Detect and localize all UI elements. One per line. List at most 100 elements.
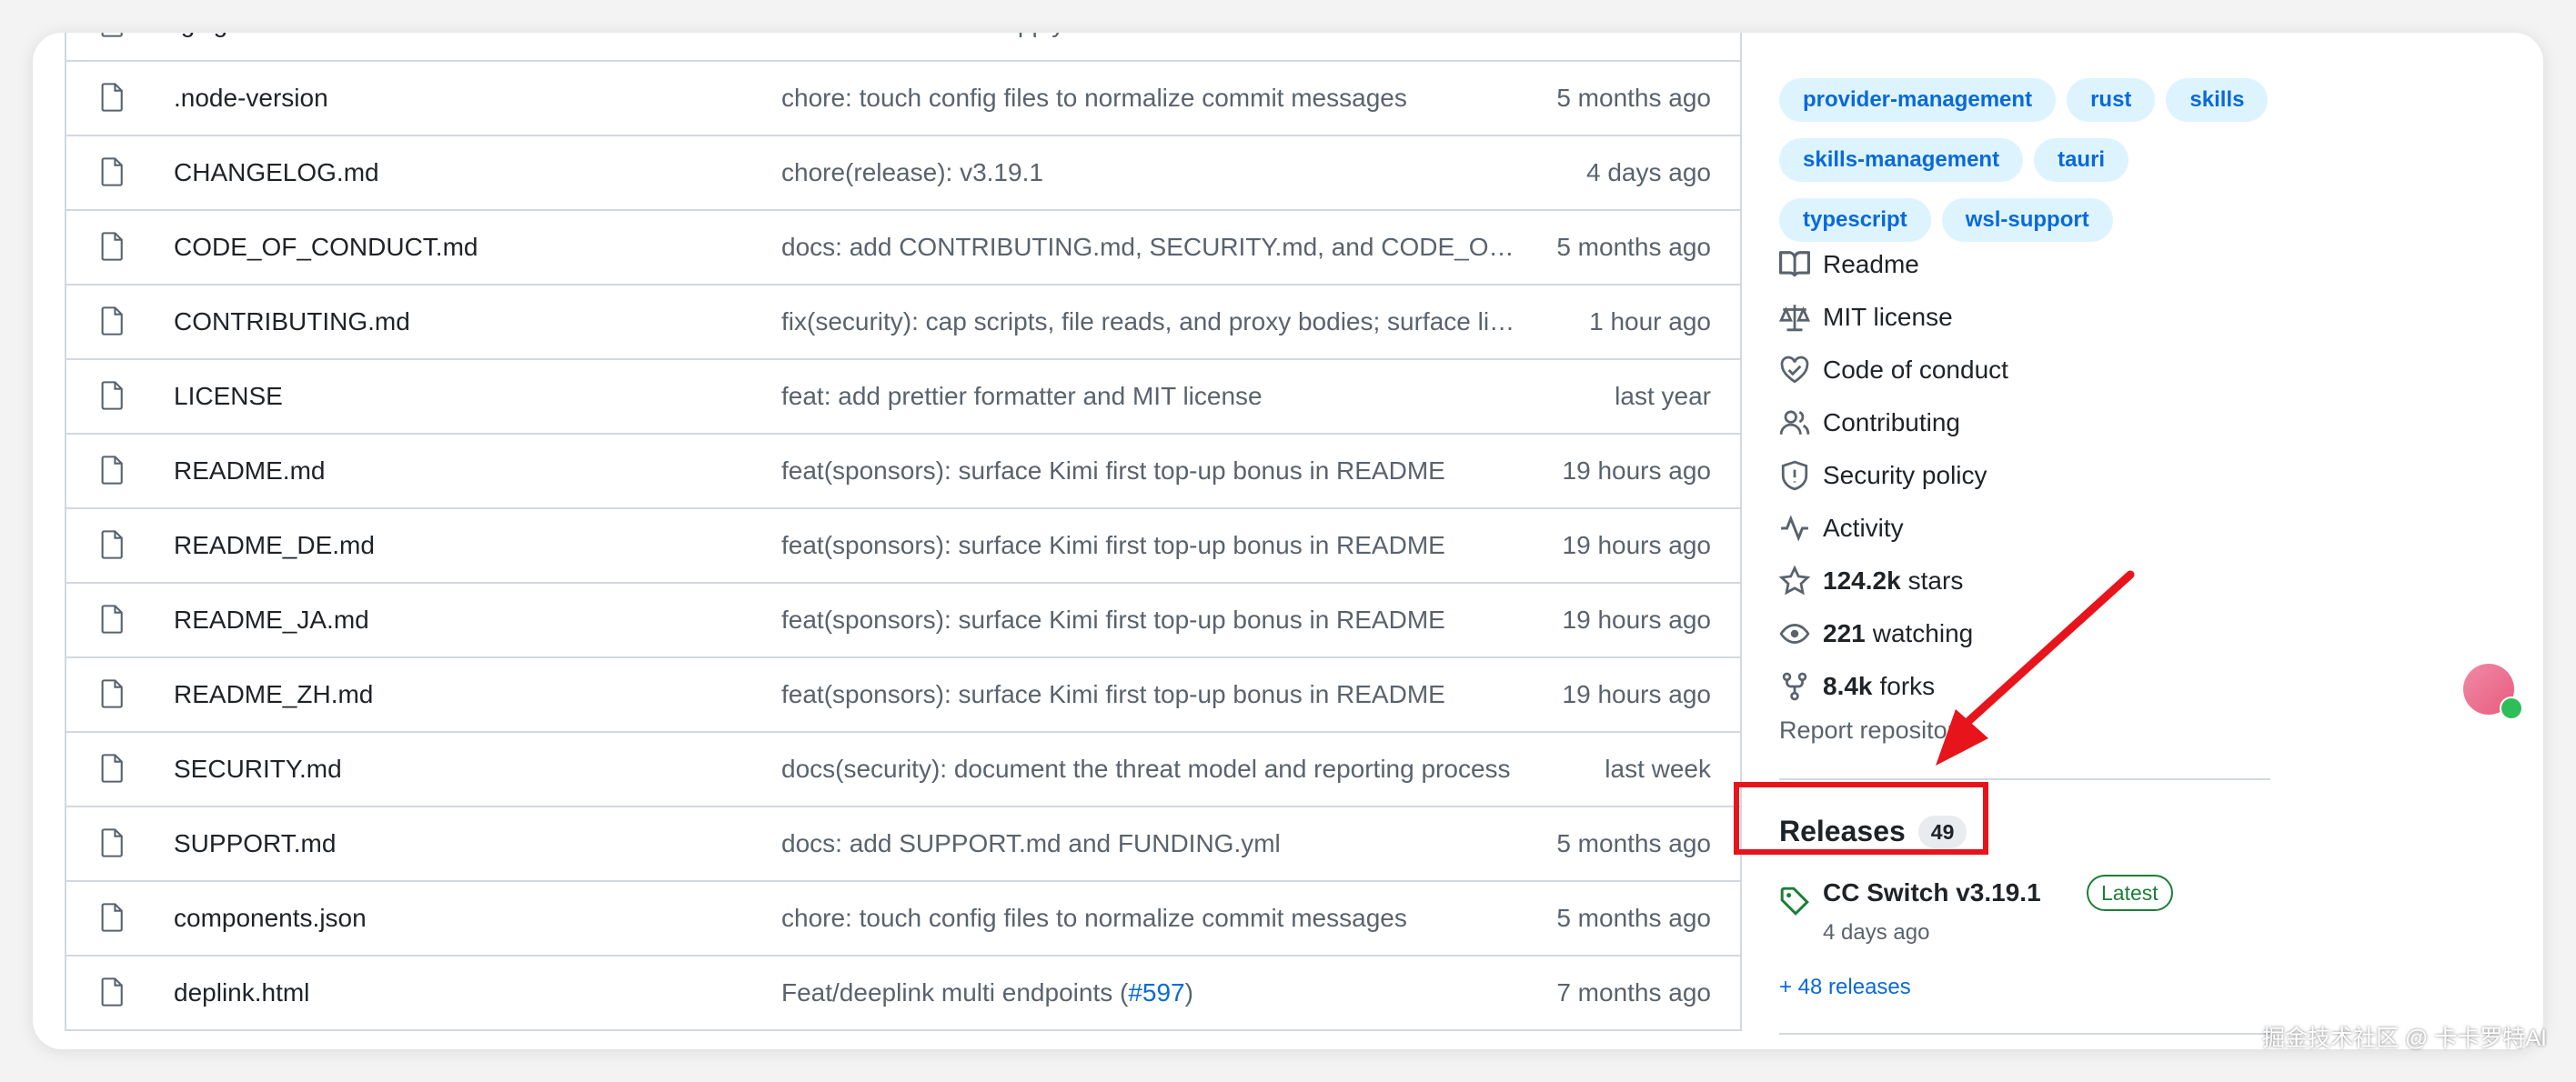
activity-link[interactable]: Activity [1779, 502, 2325, 555]
code-of-conduct-link[interactable]: Code of conduct [1779, 344, 2325, 396]
commit-message[interactable]: docs(security): document the threat mode… [781, 755, 1518, 784]
file-row[interactable]: LICENSE feat: add prettier formatter and … [66, 360, 1740, 435]
commit-message-text[interactable]: chore: touch config files to normalize c… [781, 904, 1407, 932]
people-icon [1779, 410, 1810, 435]
license-label: MIT license [1823, 303, 1953, 331]
commit-pr-link[interactable]: #597 [1128, 978, 1184, 1007]
fork-icon [1782, 672, 1807, 701]
commit-message-text[interactable]: feat(sponsors): surface Kimi first top-u… [781, 680, 1445, 708]
commit-message[interactable]: docs: add SUPPORT.md and FUNDING.yml [781, 829, 1518, 858]
file-row[interactable]: deplink.html Feat/deeplink multi endpoint… [66, 957, 1740, 1031]
commit-message[interactable]: Feat/deeplink multi endpoints (#597) [781, 978, 1518, 1007]
stars-link[interactable]: 124.2k stars [1779, 555, 2325, 607]
file-name-link[interactable]: README_JA.md [174, 606, 369, 635]
commit-message[interactable]: ci: harden release supply chain [781, 33, 1518, 38]
commit-message-text[interactable]: fix(security): cap scripts, file reads, … [781, 307, 1518, 336]
commit-message[interactable]: chore: touch config files to normalize c… [781, 84, 1518, 113]
file-name-link[interactable]: SUPPORT.md [174, 829, 336, 858]
file-name-link[interactable]: CHANGELOG.md [174, 158, 379, 187]
watching-label: watching [1872, 619, 1974, 647]
file-name-link[interactable]: deplink.html [174, 978, 309, 1007]
file-row[interactable]: .gitignore ci: harden release supply chai… [66, 33, 1740, 62]
browser-window: .gitignore ci: harden release supply chai… [33, 33, 2543, 1049]
file-icon [101, 753, 125, 784]
commit-message[interactable]: feat(sponsors): surface Kimi first top-u… [781, 606, 1518, 635]
contributing-link[interactable]: Contributing [1779, 396, 2325, 449]
commit-message[interactable]: feat(sponsors): surface Kimi first top-u… [781, 531, 1518, 560]
file-row[interactable]: README.md feat(sponsors): surface Kimi fi… [66, 435, 1740, 509]
forks-link[interactable]: 8.4k forks [1779, 660, 2325, 713]
commit-message-text[interactable]: docs: add CONTRIBUTING.md, SECURITY.md, … [781, 233, 1518, 261]
file-row[interactable]: SECURITY.md docs(security): document the … [66, 733, 1740, 807]
commit-message[interactable]: docs: add CONTRIBUTING.md, SECURITY.md, … [781, 233, 1518, 262]
file-name-link[interactable]: .node-version [174, 84, 328, 113]
file-name-link[interactable]: README.md [174, 456, 325, 486]
commit-message[interactable]: fix(security): cap scripts, file reads, … [781, 307, 1518, 336]
file-name-link[interactable]: .gitignore [174, 33, 278, 38]
watchers-link[interactable]: 221 watching [1779, 607, 2325, 660]
report-repository-link[interactable]: Report repository [1779, 716, 1967, 745]
commit-message-text[interactable]: ci: harden release supply chain [781, 33, 1132, 37]
topic-skills-management[interactable]: skills-management [1779, 138, 2024, 182]
commit-message-text[interactable]: docs: add SUPPORT.md and FUNDING.yml [781, 829, 1281, 857]
commit-age: 4 days ago [1586, 158, 1711, 186]
file-row[interactable]: CODE_OF_CONDUCT.md docs: add CONTRIBUTING… [66, 211, 1740, 286]
topic-wsl-support[interactable]: wsl-support [1941, 198, 2113, 242]
commit-message[interactable]: feat: add prettier formatter and MIT lic… [781, 382, 1518, 411]
commit-message-text[interactable]: chore: touch config files to normalize c… [781, 84, 1407, 112]
topic-provider-management[interactable]: provider-management [1779, 78, 2057, 122]
file-row[interactable]: README_ZH.md feat(sponsors): surface Kimi… [66, 658, 1740, 733]
file-name-link[interactable]: SECURITY.md [174, 755, 342, 784]
more-releases-link[interactable]: + 48 releases [1779, 975, 1911, 1000]
file-row[interactable]: .node-version chore: touch config files t… [66, 62, 1740, 136]
commit-message-text[interactable]: feat(sponsors): surface Kimi first top-u… [781, 606, 1445, 634]
file-icon [101, 33, 125, 38]
commit-message-text[interactable]: chore(release): v3.19.1 [781, 158, 1043, 186]
file-row[interactable]: README_JA.md feat(sponsors): surface Kimi… [66, 584, 1740, 658]
commit-message-text[interactable]: feat(sponsors): surface Kimi first top-u… [781, 531, 1445, 559]
contributing-label: Contributing [1823, 408, 1960, 436]
commit-age: 7 months ago [1556, 978, 1711, 1007]
file-icon [101, 455, 125, 486]
tag-icon [1780, 887, 1809, 916]
topic-skills[interactable]: skills [2166, 78, 2269, 122]
topic-tauri[interactable]: tauri [2034, 138, 2129, 182]
file-name-link[interactable]: README_DE.md [174, 531, 375, 560]
file-name-link[interactable]: CONTRIBUTING.md [174, 307, 410, 336]
commit-message-text[interactable]: feat: add prettier formatter and MIT lic… [781, 382, 1263, 410]
commit-message-text[interactable]: Feat/deeplink multi endpoints ( [781, 978, 1128, 1007]
security-policy-link[interactable]: Security policy [1779, 449, 2325, 502]
commit-message-text[interactable]: docs(security): document the threat mode… [781, 755, 1511, 783]
commit-message[interactable]: feat(sponsors): surface Kimi first top-u… [781, 456, 1518, 486]
commit-message[interactable]: feat(sponsors): surface Kimi first top-u… [781, 680, 1518, 709]
file-name-link[interactable]: CODE_OF_CONDUCT.md [174, 233, 478, 262]
releases-title[interactable]: Releases [1779, 815, 1906, 848]
releases-header[interactable]: Releases 49 [1779, 815, 1967, 848]
commit-message-text[interactable]: feat(sponsors): surface Kimi first top-u… [781, 456, 1445, 485]
repo-sidebar: x provider-management rust skills skills… [1734, 33, 2325, 1049]
file-name-link[interactable]: README_ZH.md [174, 680, 373, 709]
license-link[interactable]: MIT license [1779, 291, 2325, 344]
file-name-link[interactable]: LICENSE [174, 382, 283, 411]
forks-count: 8.4k [1823, 672, 1873, 700]
file-name-link[interactable]: components.json [174, 904, 367, 933]
file-row[interactable]: SUPPORT.md docs: add SUPPORT.md and FUNDI… [66, 807, 1740, 882]
watermark: 掘金技术社区 @ 卡卡罗特AI [2262, 1026, 2547, 1051]
topic-typescript[interactable]: typescript [1779, 198, 1931, 242]
topics-list: x provider-management rust skills skills… [1779, 33, 2325, 258]
security-policy-label: Security policy [1823, 461, 1987, 489]
file-row[interactable]: CONTRIBUTING.md fix(security): cap script… [66, 286, 1740, 360]
readme-label: Readme [1823, 250, 1919, 278]
file-icon [101, 156, 125, 187]
watching-count: 221 [1823, 619, 1866, 647]
latest-release[interactable]: CC Switch v3.19.1 Latest 4 days ago [1779, 875, 2289, 951]
commit-message[interactable]: chore: touch config files to normalize c… [781, 904, 1518, 933]
commit-message[interactable]: chore(release): v3.19.1 [781, 158, 1518, 187]
readme-link[interactable]: Readme [1779, 238, 2325, 291]
file-row[interactable]: components.json chore: touch config files… [66, 882, 1740, 957]
topic-rust[interactable]: rust [2067, 78, 2156, 122]
file-row[interactable]: CHANGELOG.md chore(release): v3.19.1 4 day… [66, 136, 1740, 211]
commit-age: 19 hours ago [1562, 606, 1711, 634]
file-row[interactable]: README_DE.md feat(sponsors): surface Kimi… [66, 509, 1740, 584]
release-name[interactable]: CC Switch v3.19.1 [1823, 878, 2041, 907]
